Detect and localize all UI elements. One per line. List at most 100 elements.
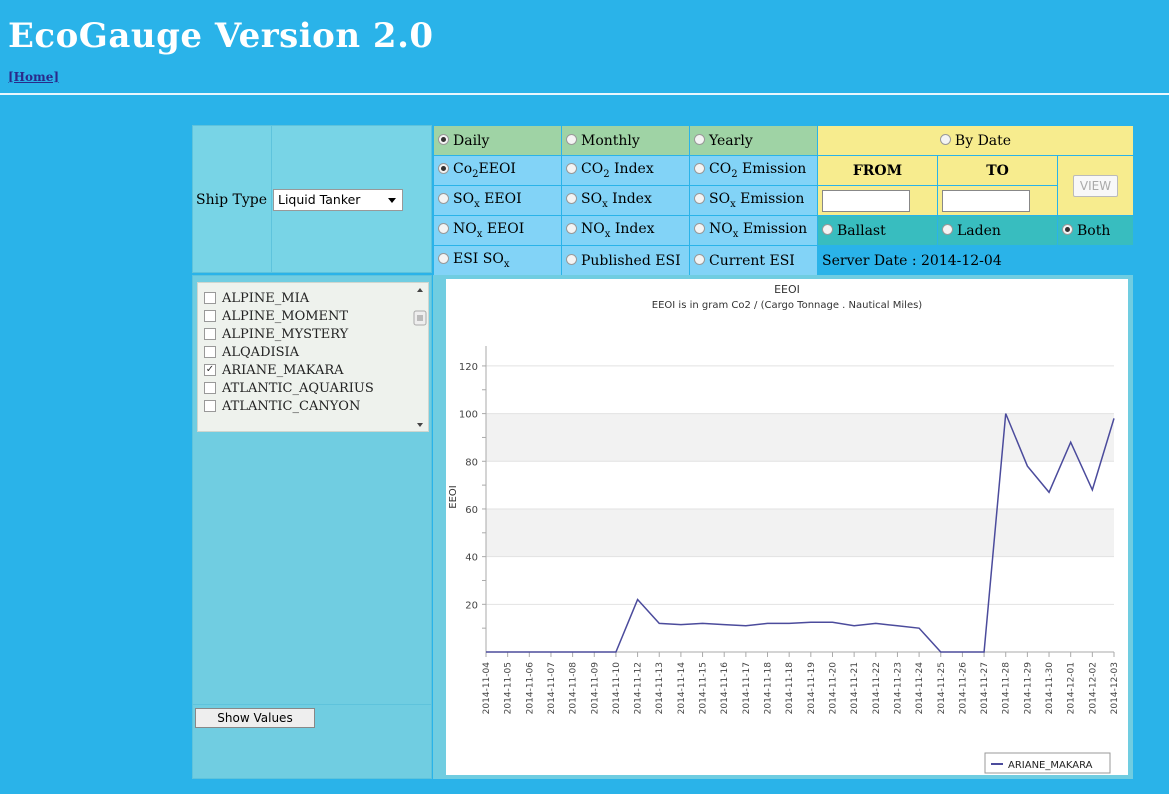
view-button[interactable]: VIEW	[1072, 174, 1119, 197]
radio-icon	[822, 224, 833, 235]
scroll-down-icon[interactable]	[417, 423, 423, 427]
radio-daily[interactable]: Daily	[433, 125, 562, 156]
ship-item[interactable]: ✓ ARIANE_MAKARA	[204, 363, 344, 378]
ship-item[interactable]: ATLANTIC_AQUARIUS	[204, 381, 374, 396]
radio-sox-emission[interactable]: SOx Emission	[689, 185, 818, 216]
radio-ballast[interactable]: Ballast	[817, 215, 938, 246]
server-date: Server Date : 2014-12-04	[817, 245, 1134, 276]
to-cell	[937, 185, 1058, 216]
x-tick-label: 2014-11-22	[872, 662, 882, 714]
radio-icon	[694, 134, 705, 145]
ship-type-divider	[271, 126, 272, 272]
radio-icon	[566, 134, 577, 145]
ship-item[interactable]: ALQADISIA	[204, 345, 299, 360]
co2-index-suffix: Index	[609, 161, 654, 178]
radio-icon	[694, 254, 705, 265]
checkbox[interactable]	[204, 345, 216, 358]
scroll-up-icon[interactable]	[417, 288, 423, 292]
radio-sox-index[interactable]: SOx Index	[561, 185, 690, 216]
to-label: TO	[937, 155, 1058, 186]
eeoi-chart: EEOI EEOI is in gram Co2 / (Cargo Tonnag…	[446, 279, 1128, 775]
radio-icon	[942, 224, 953, 235]
x-tick-label: 2014-11-09	[590, 662, 600, 715]
x-tick-label: 2014-11-14	[677, 662, 687, 715]
nox-eeoi-suffix: EEOI	[482, 221, 525, 238]
radio-by-date-label: By Date	[954, 132, 1012, 149]
laden-label: Laden	[957, 222, 1001, 239]
radio-by-date[interactable]: By Date	[817, 125, 1134, 156]
from-label: FROM	[817, 155, 938, 186]
home-link[interactable]: [Home]	[8, 70, 59, 84]
x-tick-label: 2014-11-06	[525, 662, 535, 715]
radio-yearly[interactable]: Yearly	[689, 125, 818, 156]
radio-icon	[694, 162, 705, 174]
sox-emission-label: SO	[709, 191, 731, 208]
current-esi-label: Current ESI	[709, 252, 795, 269]
nox-eeoi-label: NO	[453, 221, 477, 238]
radio-yearly-label: Yearly	[709, 132, 753, 149]
to-date-input[interactable]	[942, 189, 1030, 212]
checkbox[interactable]	[204, 399, 216, 412]
chart-title: EEOI	[774, 283, 800, 296]
checkbox[interactable]	[204, 291, 216, 304]
view-cell: VIEW	[1057, 155, 1134, 216]
radio-co2-index[interactable]: CO2 Index	[561, 155, 690, 186]
checkbox-checked[interactable]: ✓	[204, 363, 216, 376]
radio-nox-emission[interactable]: NOx Emission	[689, 215, 818, 246]
y-axis-label: EEOI	[448, 485, 459, 508]
options-table: Daily Monthly Yearly By Date Co2EEOI CO2…	[433, 125, 1134, 276]
checkbox[interactable]	[204, 381, 216, 394]
grid-band	[486, 461, 1114, 509]
radio-sox-eeoi[interactable]: SOx EEOI	[433, 185, 562, 216]
show-values-button[interactable]: Show Values	[195, 708, 315, 728]
published-esi-label: Published ESI	[581, 252, 681, 269]
x-tick-label: 2014-11-15	[699, 662, 709, 714]
ship-type-value: Liquid Tanker	[278, 192, 361, 207]
ship-item[interactable]: ALPINE_MOMENT	[204, 309, 348, 324]
chart-subtitle: EEOI is in gram Co2 / (Cargo Tonnage . N…	[652, 300, 923, 311]
x-tick-label: 2014-11-05	[504, 662, 514, 714]
radio-nox-eeoi[interactable]: NOx EEOI	[433, 215, 562, 246]
radio-current-esi[interactable]: Current ESI	[689, 245, 818, 276]
nox-emission-label: NO	[709, 221, 733, 238]
radio-monthly-label: Monthly	[581, 132, 640, 149]
x-tick-label: 2014-11-10	[612, 662, 622, 715]
x-tick-label: 2014-11-19	[807, 662, 817, 715]
x-tick-label: 2014-11-20	[828, 662, 838, 715]
radio-icon	[566, 222, 577, 234]
checkbox[interactable]	[204, 327, 216, 340]
radio-esi-sox[interactable]: ESI SOx	[433, 245, 562, 276]
app-title: EcoGauge Version 2.0	[8, 16, 434, 56]
y-tick-label: 40	[465, 553, 478, 564]
checkbox[interactable]	[204, 309, 216, 322]
ship-type-select[interactable]: Liquid Tanker	[273, 189, 403, 211]
x-tick-label: 2014-11-12	[634, 662, 644, 714]
radio-icon	[566, 162, 577, 174]
x-tick-label: 2014-11-29	[1023, 662, 1033, 715]
radio-nox-index[interactable]: NOx Index	[561, 215, 690, 246]
radio-co2-emission[interactable]: CO2 Emission	[689, 155, 818, 186]
y-tick-label: 20	[465, 600, 478, 611]
x-tick-label: 2014-11-30	[1045, 662, 1055, 715]
ship-item[interactable]: ATLANTIC_CANYON	[204, 399, 360, 414]
ship-item[interactable]: ALPINE_MIA	[204, 291, 309, 306]
radio-both[interactable]: Both	[1057, 215, 1134, 246]
radio-co2-eeoi[interactable]: Co2EEOI	[433, 155, 562, 186]
radio-laden[interactable]: Laden	[937, 215, 1058, 246]
x-tick-label: 2014-11-13	[655, 662, 665, 714]
nox-emission-suffix: Emission	[738, 221, 808, 238]
scrollbar[interactable]	[412, 283, 428, 431]
radio-monthly[interactable]: Monthly	[561, 125, 690, 156]
radio-icon	[438, 222, 449, 234]
ship-listbox[interactable]: ALPINE_MIA ALPINE_MOMENT ALPINE_MYSTERY …	[197, 282, 429, 432]
sox-index-suffix: Index	[607, 191, 652, 208]
radio-icon	[939, 134, 951, 145]
y-tick-label: 120	[459, 362, 478, 373]
x-tick-label: 2014-11-28	[1002, 662, 1012, 715]
ship-item[interactable]: ALPINE_MYSTERY	[204, 327, 348, 342]
from-date-input[interactable]	[822, 189, 910, 212]
ship-name: ATLANTIC_AQUARIUS	[222, 381, 374, 396]
radio-published-esi[interactable]: Published ESI	[561, 245, 690, 276]
y-tick-label: 60	[465, 505, 478, 516]
x-tick-label: 2014-11-27	[980, 662, 990, 714]
